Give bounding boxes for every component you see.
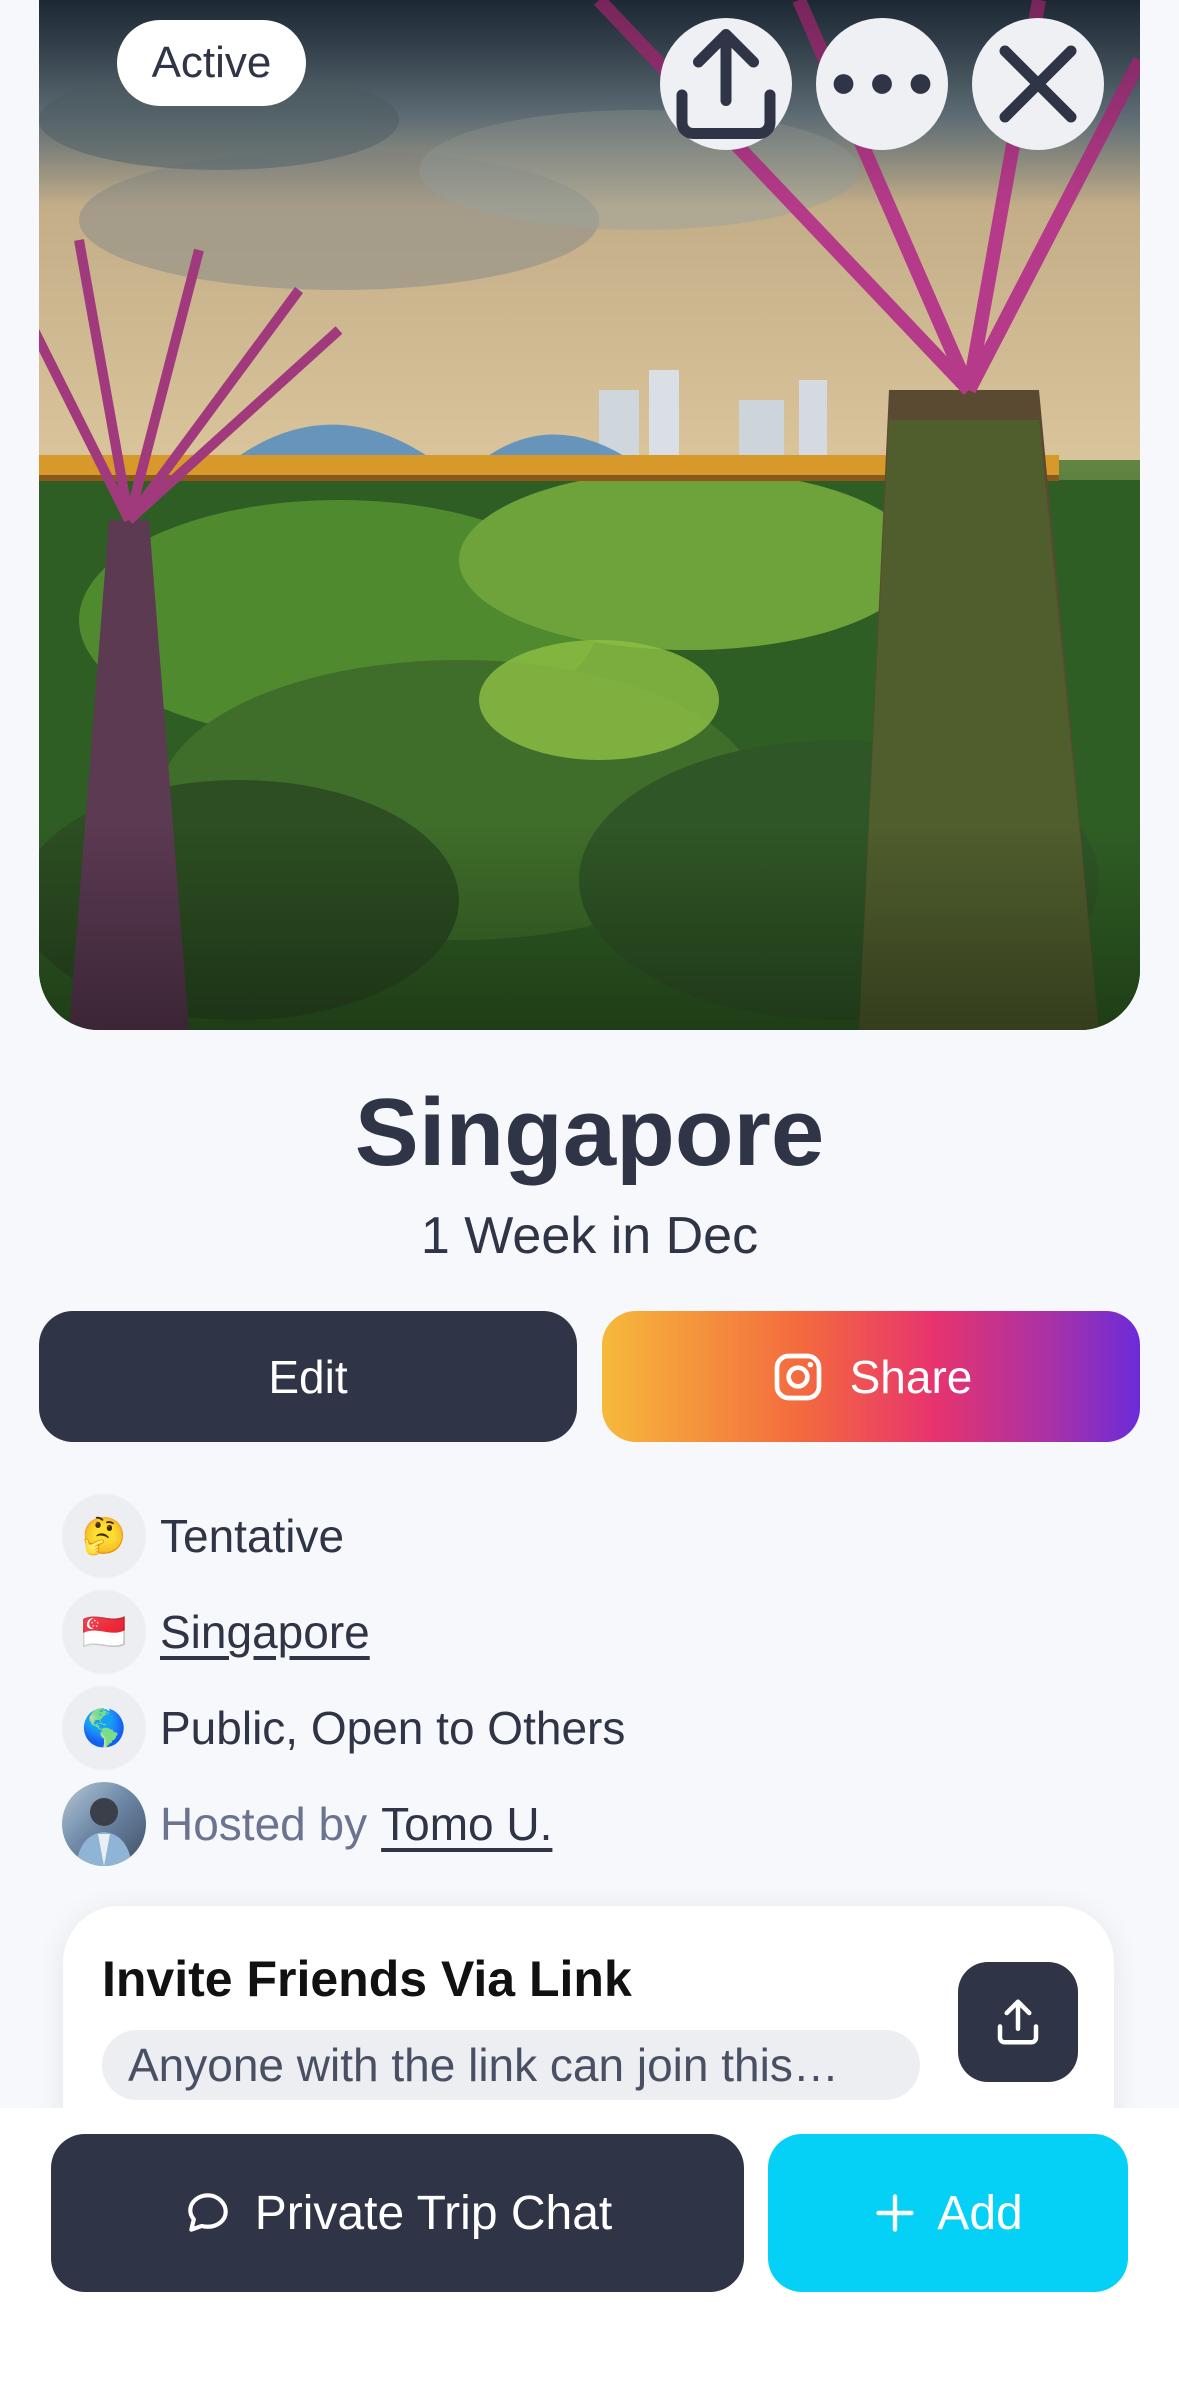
singapore-flag-icon: 🇸🇬 <box>62 1590 146 1674</box>
upload-icon <box>676 29 776 139</box>
instagram-share-button[interactable]: Share <box>602 1311 1140 1442</box>
close-button[interactable] <box>972 18 1104 150</box>
thinking-face-icon: 🤔 <box>62 1494 146 1578</box>
private-trip-chat-button[interactable]: Private Trip Chat <box>51 2134 744 2292</box>
add-button[interactable]: Add <box>768 2134 1128 2292</box>
close-icon <box>999 45 1077 123</box>
bottom-action-bar: Private Trip Chat Add <box>0 2108 1179 2396</box>
edit-button[interactable]: Edit <box>39 1311 577 1442</box>
trip-dates: 1 Week in Dec <box>420 1207 759 1265</box>
invite-title: Invite Friends Via Link <box>102 1951 632 2007</box>
share-button[interactable] <box>660 18 792 150</box>
status-text: Tentative <box>160 1510 345 1562</box>
invite-description: Anyone with the link can join this… <box>102 2030 920 2100</box>
status-badge: Active <box>117 20 306 106</box>
trip-title: Singapore <box>354 1079 825 1186</box>
instagram-icon <box>774 1353 821 1400</box>
visibility-row: 🌎 Public, Open to Others <box>62 1686 625 1770</box>
host-row: Hosted by Tomo U. <box>62 1782 552 1866</box>
destination-link[interactable]: Singapore <box>160 1605 370 1659</box>
status-row: 🤔 Tentative <box>62 1494 344 1578</box>
upload-icon <box>997 1999 1039 2045</box>
invite-share-button[interactable] <box>958 1962 1078 2082</box>
hosted-by-label: Hosted by <box>160 1798 368 1850</box>
add-label: Add <box>937 2186 1023 2240</box>
share-label: Share <box>849 1350 973 1403</box>
hero-image: Active <box>39 0 1140 1030</box>
destination-row: 🇸🇬 Singapore <box>62 1590 370 1674</box>
chat-label: Private Trip Chat <box>254 2186 613 2240</box>
more-options-button[interactable] <box>816 18 948 150</box>
chat-bubble-icon <box>187 2193 228 2232</box>
visibility-text: Public, Open to Others <box>160 1702 626 1754</box>
plus-icon <box>876 2194 914 2232</box>
ellipsis-icon <box>833 74 931 94</box>
globe-icon: 🌎 <box>62 1686 146 1770</box>
host-avatar[interactable] <box>62 1782 146 1866</box>
host-name-link[interactable]: Tomo U. <box>381 1797 552 1851</box>
gardens-illustration <box>39 0 1140 1030</box>
person-silhouette-icon <box>76 1798 132 1866</box>
